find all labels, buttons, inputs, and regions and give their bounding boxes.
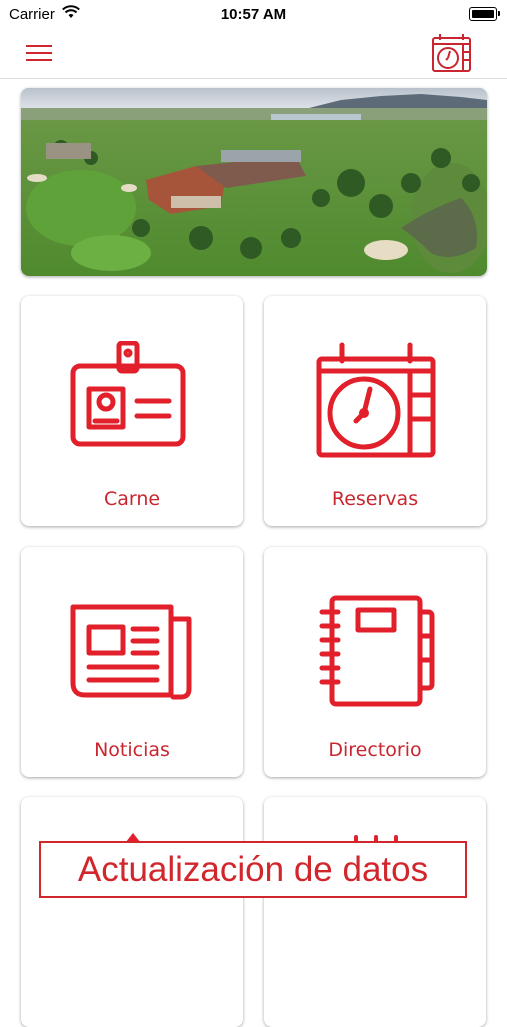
calendar-clock-icon[interactable]	[430, 32, 474, 74]
tile-row3-left[interactable]	[21, 797, 243, 1027]
tile-carne[interactable]: Carne	[21, 296, 243, 526]
id-card-icon	[70, 341, 186, 447]
tile-carne-label: Carne	[103, 488, 161, 510]
battery-icon	[469, 7, 500, 21]
hero-image	[21, 88, 487, 276]
tile-reservas-label: Reservas	[331, 488, 419, 510]
tile-noticias[interactable]: Noticias	[21, 547, 243, 777]
tile-directorio[interactable]: Directorio	[264, 547, 486, 777]
update-data-banner[interactable]: Actualización de datos	[39, 841, 467, 898]
hamburger-menu-button[interactable]	[24, 42, 56, 64]
newspaper-icon	[70, 604, 192, 700]
notebook-icon	[319, 595, 435, 707]
clock-time: 10:57 AM	[220, 6, 287, 23]
status-bar: Carrier 10:57 AM	[0, 0, 507, 28]
tile-directorio-label: Directorio	[328, 739, 422, 761]
calendar-clock-icon	[316, 342, 436, 458]
tile-row3-right[interactable]	[264, 797, 486, 1027]
update-data-label: Actualización de datos	[77, 849, 429, 889]
tile-reservas[interactable]: Reservas	[264, 296, 486, 526]
nav-bar	[0, 28, 507, 79]
tile-noticias-label: Noticias	[94, 739, 170, 761]
